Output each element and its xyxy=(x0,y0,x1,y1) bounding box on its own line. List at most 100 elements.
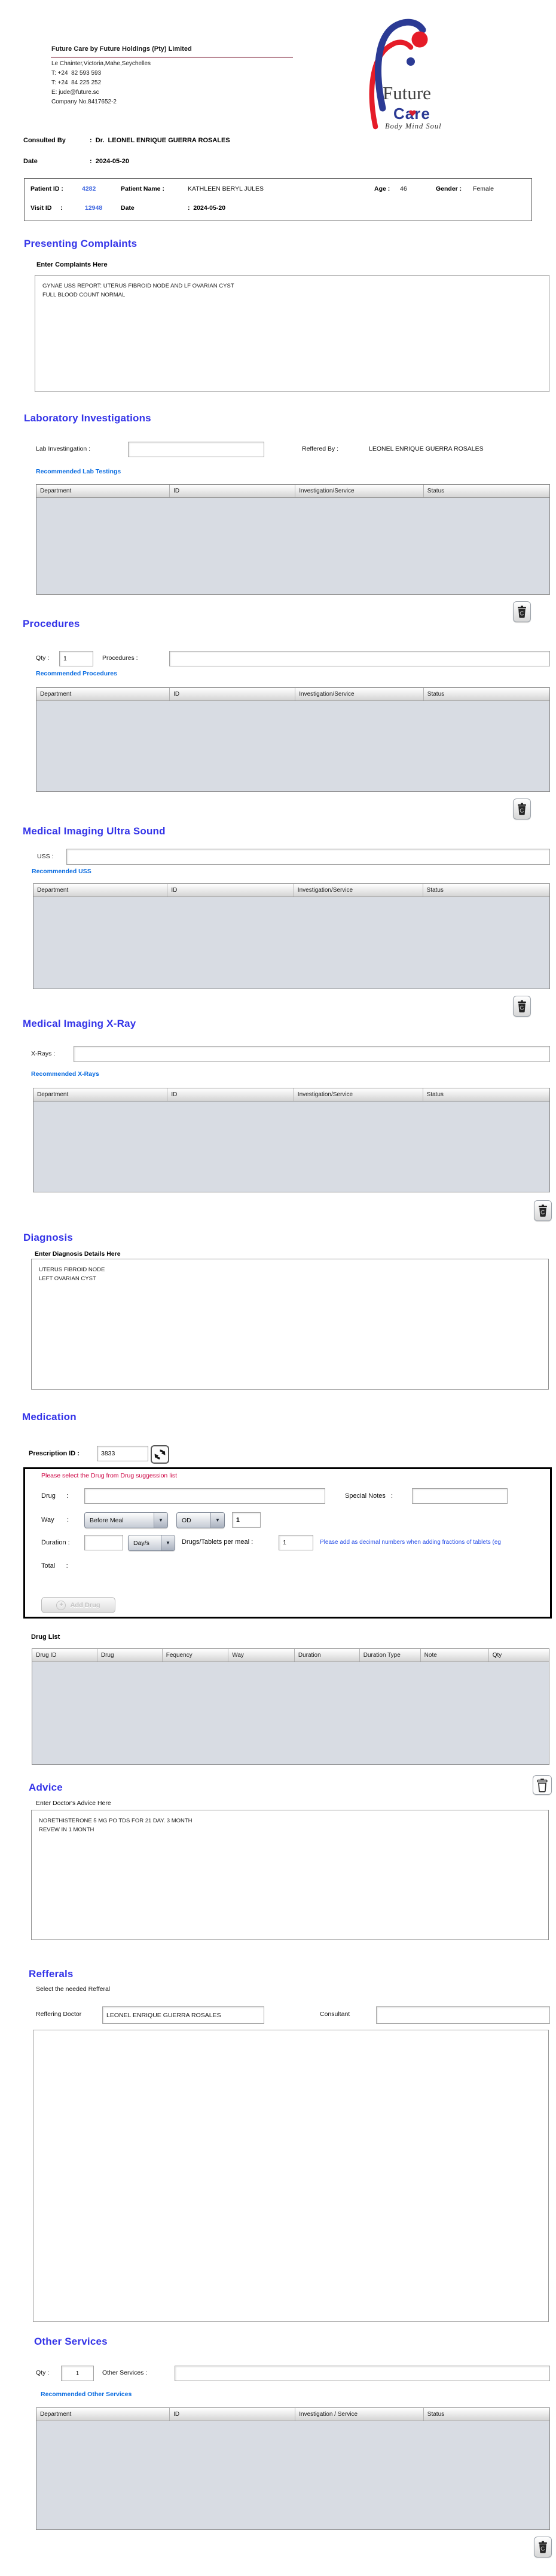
refferal-list-box[interactable] xyxy=(33,2030,549,2322)
refresh-icon xyxy=(154,1449,166,1460)
trash-icon xyxy=(517,1000,527,1013)
col-id: ID xyxy=(167,884,294,897)
col-id: ID xyxy=(170,688,295,700)
duration-unit-value: Day/s xyxy=(129,1535,161,1550)
visit-id-label: Visit ID : xyxy=(30,204,62,212)
way-frequency-value: OD xyxy=(177,1513,210,1528)
company-phone-1: T: +24 82 593 593 xyxy=(51,70,101,77)
visit-date-label: Date xyxy=(121,204,135,212)
company-title: Future Care by Future Holdings (Pty) Lim… xyxy=(51,45,192,53)
col-status: Status xyxy=(424,2408,549,2421)
patient-info-box: Patient ID : 4282 Patient Name : KATHLEE… xyxy=(24,178,532,221)
trash-icon xyxy=(517,605,527,619)
way-frequency-select[interactable]: OD xyxy=(176,1512,225,1528)
patient-id-label: Patient ID : xyxy=(30,185,63,192)
futurecare-logo: Future Care Body Mind Soul xyxy=(365,10,469,130)
company-title-underline xyxy=(51,57,293,58)
uss-delete-button[interactable] xyxy=(513,996,531,1017)
other-services-input[interactable] xyxy=(175,2366,550,2381)
plus-circle-icon: + xyxy=(56,1601,66,1610)
reffering-doctor-input[interactable] xyxy=(102,2006,264,2024)
col-investigation: Investigation / Service xyxy=(295,2408,424,2421)
xray-delete-button[interactable] xyxy=(534,1200,552,1221)
gender-value: Female xyxy=(473,185,494,192)
lab-delete-button[interactable] xyxy=(513,601,531,622)
diagnosis-textarea[interactable]: UTERUS FIBROID NODE LEFT OVARIAN CYST xyxy=(31,1259,549,1390)
per-meal-input[interactable] xyxy=(279,1535,313,1550)
trash-icon xyxy=(537,1204,548,1217)
col-id: ID xyxy=(167,1088,294,1101)
chevron-down-icon xyxy=(154,1513,167,1528)
special-notes-label: Special Notes : xyxy=(345,1492,393,1500)
add-drug-label: Add Drug xyxy=(70,1602,100,1609)
logo-red-dot xyxy=(412,32,428,48)
col-department: Department xyxy=(36,688,170,700)
xray-input[interactable] xyxy=(74,1046,550,1062)
consultant-input[interactable] xyxy=(376,2006,550,2024)
advice-delete-button[interactable] xyxy=(533,1775,552,1795)
recommended-xray-link: Recommended X-Rays xyxy=(31,1070,99,1078)
company-address: Le Chainter,Victoria,Mahe,Seychelles xyxy=(51,60,151,67)
col-status: Status xyxy=(423,1088,549,1101)
consult-date-value: : 2024-05-20 xyxy=(90,158,129,165)
drug-list-table-header: Drug ID Drug Fequency Way Duration Durat… xyxy=(32,1649,549,1662)
medication-entry-box: Please select the Drug from Drug suggess… xyxy=(23,1467,552,1619)
duration-unit-select[interactable]: Day/s xyxy=(128,1535,175,1551)
prescription-refresh-button[interactable] xyxy=(151,1445,169,1464)
advice-textarea[interactable]: NORETHISTERONE 5 MG PO TDS FOR 21 DAY. 3… xyxy=(31,1810,549,1940)
col-duration-type: Duration Type xyxy=(360,1649,421,1662)
drug-label: Drug : xyxy=(41,1492,68,1500)
patient-name-label: Patient Name : xyxy=(121,185,164,192)
way-meal-value: Before Meal xyxy=(85,1513,154,1528)
other-services-label: Other Services : xyxy=(102,2369,147,2376)
recommended-procedures-link: Recommended Procedures xyxy=(36,670,117,677)
col-investigation: Investigation/Service xyxy=(295,688,424,700)
way-qty-input[interactable] xyxy=(232,1512,261,1528)
procedures-label: Procedures : xyxy=(102,654,138,662)
complaints-label: Enter Complaints Here xyxy=(36,261,108,268)
section-title-procedures: Procedures xyxy=(23,618,80,630)
uss-table-header: Department ID Investigation/Service Stat… xyxy=(33,884,549,897)
lab-investigation-input[interactable] xyxy=(128,442,264,457)
prescription-id-label: Prescription ID : xyxy=(29,1450,80,1457)
consultant-label: Consultant xyxy=(320,2011,350,2018)
col-department: Department xyxy=(36,2408,170,2421)
prescription-id-input[interactable] xyxy=(97,1446,148,1461)
chevron-down-icon xyxy=(161,1535,175,1550)
section-title-laboratory: Laboratory Investigations xyxy=(24,412,151,424)
duration-label: Duration : xyxy=(41,1539,70,1546)
lab-table: Department ID Investigation/Service Stat… xyxy=(36,484,550,595)
way-meal-select[interactable]: Before Meal xyxy=(84,1512,168,1528)
col-status: Status xyxy=(423,884,549,897)
company-email: E: jude@future.sc xyxy=(51,89,99,96)
section-title-presenting-complaints: Presenting Complaints xyxy=(24,238,137,250)
other-qty-label: Qty : xyxy=(36,2369,49,2376)
col-id: ID xyxy=(170,485,295,497)
col-department: Department xyxy=(33,1088,167,1101)
col-drug: Drug xyxy=(97,1649,163,1662)
consulted-by-label: Consulted By xyxy=(23,137,66,144)
drug-input[interactable] xyxy=(84,1488,325,1504)
col-way: Way xyxy=(228,1649,295,1662)
other-services-delete-button[interactable] xyxy=(534,2537,552,2557)
procedures-input[interactable] xyxy=(169,651,550,666)
special-notes-input[interactable] xyxy=(412,1488,508,1504)
other-qty-input[interactable] xyxy=(61,2366,94,2381)
advice-label: Enter Doctor's Advice Here xyxy=(36,1800,111,1807)
col-investigation: Investigation/Service xyxy=(294,1088,423,1101)
age-label: Age : xyxy=(374,185,390,192)
procedures-qty-input[interactable] xyxy=(59,651,93,666)
chevron-down-icon xyxy=(210,1513,224,1528)
other-services-table-header: Department ID Investigation / Service St… xyxy=(36,2408,549,2421)
consultation-form: Future Care by Future Holdings (Pty) Lim… xyxy=(0,0,556,2576)
col-investigation: Investigation/Service xyxy=(295,485,424,497)
complaints-textarea[interactable]: GYNAE USS REPORT: UTERUS FIBROID NODE AN… xyxy=(35,275,549,392)
duration-input[interactable] xyxy=(84,1535,123,1550)
procedures-delete-button[interactable] xyxy=(513,799,531,819)
company-number: Company No.8417652-2 xyxy=(51,99,117,105)
company-phone-2: T: +24 84 225 252 xyxy=(51,79,101,86)
uss-input[interactable] xyxy=(66,849,550,865)
add-drug-button[interactable]: + Add Drug xyxy=(41,1597,115,1613)
section-title-diagnosis: Diagnosis xyxy=(23,1232,73,1244)
xray-table-header: Department ID Investigation/Service Stat… xyxy=(33,1088,549,1102)
